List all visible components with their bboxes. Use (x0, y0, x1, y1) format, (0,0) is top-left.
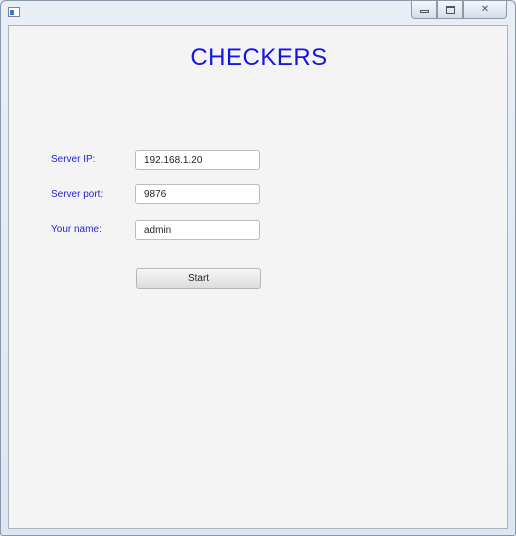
main-panel: CHECKERS Server IP: Server port: Your na… (8, 25, 508, 529)
player-name-input[interactable] (135, 220, 260, 240)
close-button[interactable]: ✕ (463, 1, 507, 19)
window-controls: ✕ (411, 1, 507, 20)
server-ip-label: Server IP: (51, 154, 96, 165)
page-title: CHECKERS (190, 44, 328, 71)
app-window: ✕ CHECKERS Server IP: Server port: Your … (0, 0, 516, 536)
title-bar[interactable]: ✕ (1, 1, 515, 25)
app-icon[interactable] (8, 7, 20, 17)
server-ip-input[interactable] (135, 150, 260, 170)
start-button[interactable]: Start (136, 268, 261, 289)
server-port-label: Server port: (51, 189, 104, 200)
minimize-button[interactable] (411, 1, 437, 19)
minimize-icon (419, 10, 429, 13)
maximize-button[interactable] (437, 1, 463, 19)
maximize-icon (445, 5, 455, 14)
close-icon: ✕ (480, 4, 490, 15)
player-name-label: Your name: (51, 224, 102, 235)
server-port-input[interactable] (135, 184, 260, 204)
